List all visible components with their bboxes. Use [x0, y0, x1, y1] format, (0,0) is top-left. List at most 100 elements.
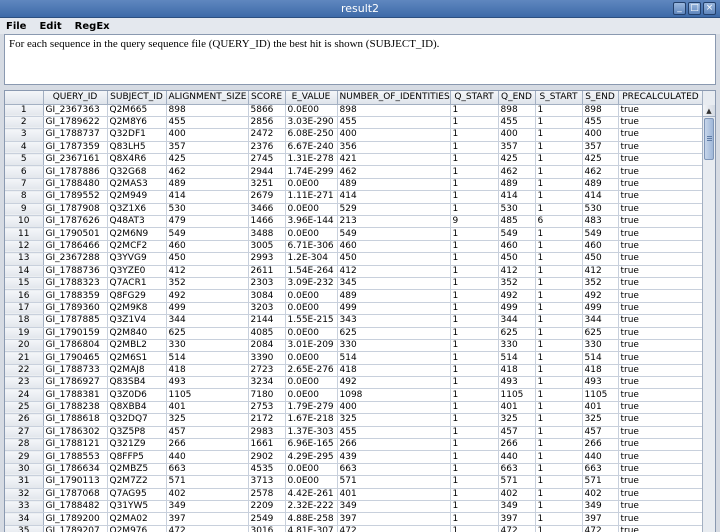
table-row[interactable]: 20 GI_1786804 Q2MBL2 330 2084 3.01E-209 330 1 33… [5, 339, 704, 353]
table-cell[interactable]: GI_1790501 [43, 227, 108, 241]
table-cell[interactable]: Q3Z5P8 [107, 426, 167, 440]
table-cell[interactable]: 1 [450, 500, 499, 514]
table-cell[interactable]: 418 [498, 364, 536, 378]
table-cell[interactable]: 1 [450, 401, 499, 415]
table-cell[interactable]: true [618, 438, 704, 452]
table-row[interactable]: 29 GI_1788553 Q8FFP5 440 2902 4.29E-295 439 1 44… [5, 450, 704, 464]
table-cell[interactable]: 457 [582, 426, 619, 440]
table-cell[interactable]: Q2M665 [107, 104, 167, 117]
row-number[interactable]: 15 [5, 277, 44, 291]
table-cell[interactable]: 1.79E-279 [285, 401, 338, 415]
table-cell[interactable]: 3005 [248, 240, 286, 254]
table-cell[interactable]: true [618, 190, 704, 204]
table-cell[interactable]: Q8X4R6 [107, 153, 167, 167]
table-cell[interactable]: 2993 [248, 252, 286, 266]
table-cell[interactable]: 549 [582, 227, 619, 241]
table-cell[interactable]: 499 [166, 302, 249, 316]
table-cell[interactable]: Q2MBZ5 [107, 463, 167, 477]
row-number[interactable]: 20 [5, 339, 44, 353]
table-cell[interactable]: GI_1787626 [43, 215, 108, 229]
table-cell[interactable]: 457 [166, 426, 249, 440]
column-header[interactable]: SUBJECT_ID [107, 91, 167, 105]
table-cell[interactable]: 1 [535, 488, 583, 502]
table-row[interactable]: 16 GI_1788359 Q8FG29 492 3084 0.0E00 489 1 492 1 4… [5, 289, 704, 303]
row-number[interactable]: 18 [5, 314, 44, 328]
table-cell[interactable]: 7180 [248, 388, 286, 402]
table-cell[interactable]: 9 [450, 215, 499, 229]
table-cell[interactable]: 1 [535, 388, 583, 402]
vertical-scrollbar[interactable]: ▲ [702, 91, 715, 532]
table-cell[interactable]: 1.67E-218 [285, 413, 338, 427]
table-cell[interactable]: 2376 [248, 141, 286, 155]
table-cell[interactable]: 1 [450, 488, 499, 502]
table-cell[interactable]: true [618, 277, 704, 291]
table-cell[interactable]: 898 [498, 104, 536, 117]
table-cell[interactable]: GI_1788618 [43, 413, 108, 427]
table-cell[interactable]: 455 [498, 116, 536, 130]
table-cell[interactable]: 492 [337, 376, 451, 390]
table-cell[interactable]: 1 [450, 203, 499, 217]
table-cell[interactable]: 266 [498, 438, 536, 452]
table-cell[interactable]: 3713 [248, 475, 286, 489]
table-cell[interactable]: GI_1789207 [43, 525, 108, 532]
table-cell[interactable]: 349 [337, 500, 451, 514]
table-cell[interactable]: 1.11E-271 [285, 190, 338, 204]
table-cell[interactable]: 1.37E-303 [285, 426, 338, 440]
row-number[interactable]: 7 [5, 178, 44, 192]
row-number[interactable]: 25 [5, 401, 44, 415]
table-cell[interactable]: 401 [166, 401, 249, 415]
table-cell[interactable]: 3234 [248, 376, 286, 390]
table-cell[interactable]: 425 [498, 153, 536, 167]
table-cell[interactable]: 1 [450, 141, 499, 155]
table-cell[interactable]: 1 [535, 376, 583, 390]
table-cell[interactable]: 1 [535, 203, 583, 217]
table-cell[interactable]: 898 [337, 104, 451, 117]
table-cell[interactable]: GI_2367363 [43, 104, 108, 117]
row-number[interactable]: 4 [5, 141, 44, 155]
table-cell[interactable]: 485 [498, 215, 536, 229]
table-cell[interactable]: 1 [535, 364, 583, 378]
table-cell[interactable]: GI_1786634 [43, 463, 108, 477]
table-cell[interactable]: 6.96E-165 [285, 438, 338, 452]
table-cell[interactable]: 2745 [248, 153, 286, 167]
table-cell[interactable]: 402 [582, 488, 619, 502]
table-cell[interactable]: 1 [535, 426, 583, 440]
table-cell[interactable]: true [618, 512, 704, 526]
table-cell[interactable]: 325 [166, 413, 249, 427]
table-cell[interactable]: 1105 [582, 388, 619, 402]
column-header[interactable]: QUERY_ID [43, 91, 108, 105]
table-cell[interactable]: Q3Z0D6 [107, 388, 167, 402]
row-number[interactable]: 12 [5, 240, 44, 254]
table-cell[interactable]: GI_1787068 [43, 488, 108, 502]
table-cell[interactable]: Q8XBB4 [107, 401, 167, 415]
table-cell[interactable]: 6.08E-250 [285, 128, 338, 142]
table-cell[interactable]: 344 [166, 314, 249, 328]
table-cell[interactable]: true [618, 215, 704, 229]
table-cell[interactable]: true [618, 388, 704, 402]
table-cell[interactable]: 2144 [248, 314, 286, 328]
minimize-icon[interactable]: _ [673, 2, 686, 15]
table-cell[interactable]: 0.0E00 [285, 302, 338, 316]
table-cell[interactable]: 412 [166, 265, 249, 278]
table-cell[interactable]: true [618, 302, 704, 316]
table-cell[interactable]: 2172 [248, 413, 286, 427]
table-cell[interactable]: GI_1786804 [43, 339, 108, 353]
table-cell[interactable]: 6.71E-306 [285, 240, 338, 254]
table-cell[interactable]: 2611 [248, 265, 286, 278]
table-cell[interactable]: 1 [450, 339, 499, 353]
table-cell[interactable]: 493 [498, 376, 536, 390]
table-cell[interactable]: 1 [535, 463, 583, 477]
table-cell[interactable]: 625 [166, 327, 249, 340]
menu-regex[interactable]: RegEx [75, 21, 110, 32]
table-cell[interactable]: 400 [498, 128, 536, 142]
table-cell[interactable]: 343 [337, 314, 451, 328]
table-cell[interactable]: 1 [450, 388, 499, 402]
table-cell[interactable]: 455 [166, 116, 249, 130]
table-cell[interactable]: Q48AT3 [107, 215, 167, 229]
table-cell[interactable]: 514 [337, 351, 451, 365]
table-cell[interactable]: true [618, 500, 704, 514]
table-cell[interactable]: GI_1789622 [43, 116, 108, 130]
table-row[interactable]: 6 GI_1787886 Q32G68 462 2944 1.74E-299 462 1 462… [5, 165, 704, 179]
table-cell[interactable]: 514 [166, 351, 249, 365]
description-text-area[interactable]: For each sequence in the query sequence … [4, 34, 716, 85]
